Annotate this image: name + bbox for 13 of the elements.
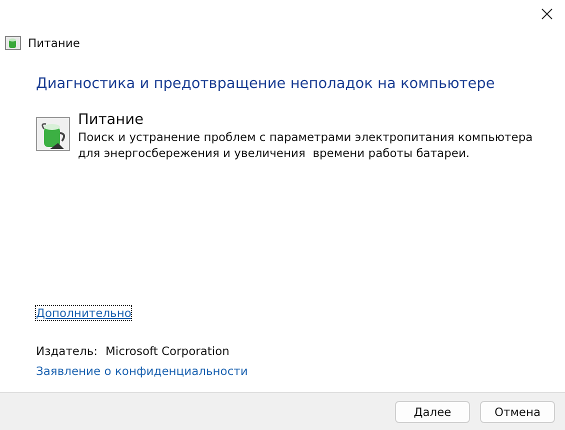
advanced-link[interactable]: Дополнительно <box>36 306 132 320</box>
dialog-button[interactable]: Отмена <box>480 400 555 422</box>
heading: Диагностика и предотвращение неполадок на компьютере <box>36 76 496 92</box>
window-title: Питание <box>28 36 80 50</box>
battery-icon <box>36 117 70 151</box>
troubleshooter-name: Питание <box>78 112 144 128</box>
privacy-link[interactable]: Заявление о конфиденциальности <box>36 364 248 378</box>
battery-icon <box>5 35 21 51</box>
troubleshooter-description: Поиск и устранение проблем с параметрами электропитания компьютера для энергосбережения и увеличения времени работы батареи. <box>78 129 534 161</box>
dialog-button[interactable]: Далее <box>395 400 470 422</box>
publisher-label: Издатель: <box>36 344 98 358</box>
publisher-value: Microsoft Corporation <box>106 344 230 358</box>
close-icon[interactable] <box>541 8 553 20</box>
